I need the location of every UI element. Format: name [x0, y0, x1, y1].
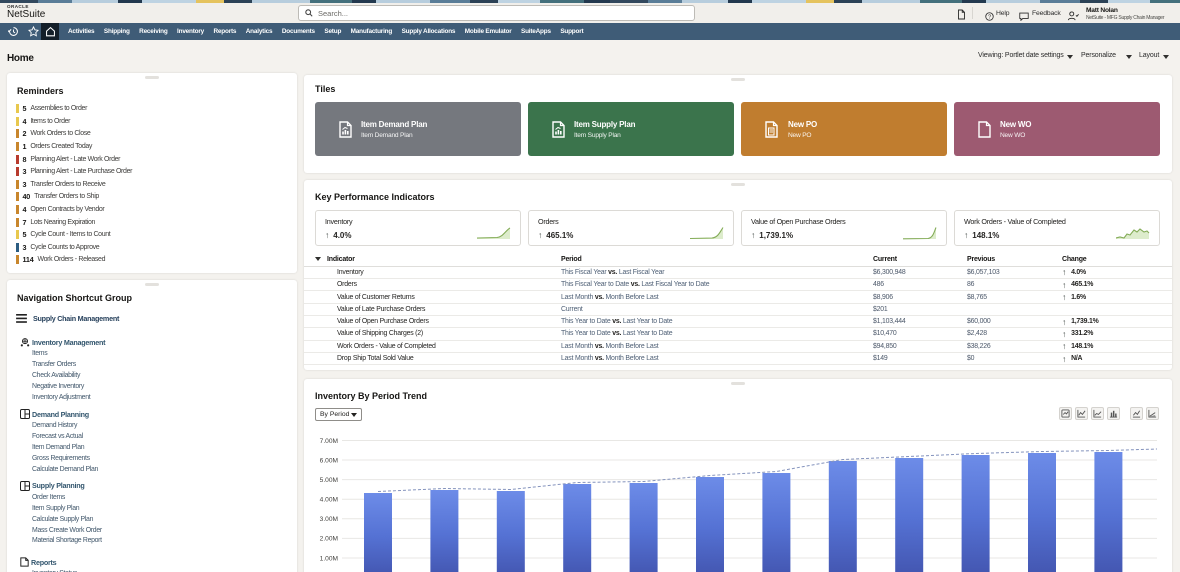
svg-text:7.00M: 7.00M — [320, 438, 338, 445]
svg-text:6.00M: 6.00M — [320, 458, 338, 465]
svg-text:5.00M: 5.00M — [320, 477, 338, 484]
svg-text:?: ? — [988, 14, 991, 20]
svg-text:3.00M: 3.00M — [320, 516, 338, 523]
svg-text:4.00M: 4.00M — [320, 497, 338, 504]
svg-text:2.00M: 2.00M — [320, 536, 338, 543]
svg-text:1.00M: 1.00M — [320, 556, 338, 563]
